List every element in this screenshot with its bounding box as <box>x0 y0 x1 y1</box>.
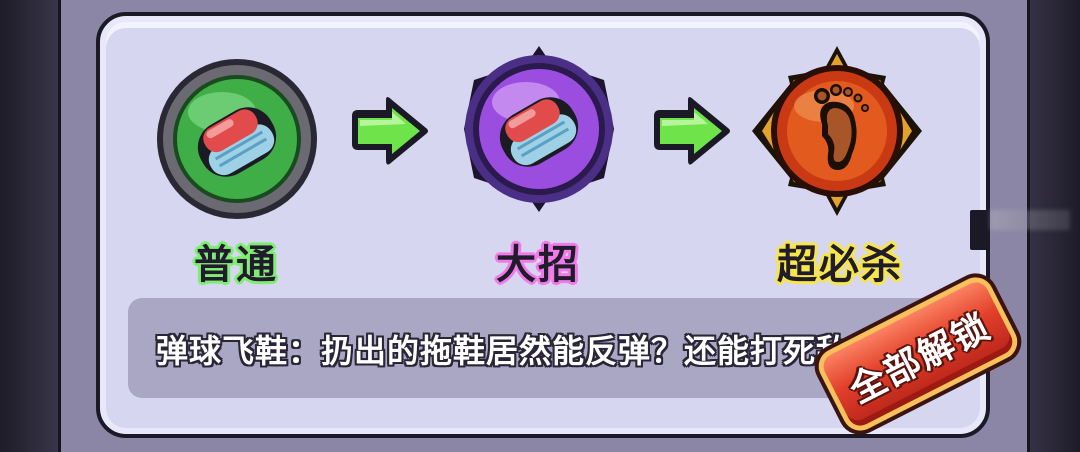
side-handle[interactable] <box>970 210 990 250</box>
arrow-icon <box>648 96 734 166</box>
skill-label-normal: 普通 <box>194 242 278 288</box>
skill-ultimate[interactable] <box>454 44 624 214</box>
skill-label-super: 超必杀 <box>777 242 903 288</box>
footprint-icon <box>752 46 922 216</box>
watermark <box>990 210 1070 230</box>
game-screen: 普通 大招 超必杀 弹球飞鞋：扔出的拖鞋居然能反弹？还能打死敌 全部解锁 <box>0 0 1080 452</box>
skill-normal[interactable] <box>152 54 322 224</box>
slipper-icon <box>157 59 317 219</box>
slipper-icon <box>464 46 614 212</box>
skill-super[interactable] <box>752 46 922 216</box>
skill-label-ultimate: 大招 <box>496 242 580 288</box>
arrow-icon <box>346 96 432 166</box>
skill-description: 弹球飞鞋：扔出的拖鞋居然能反弹？还能打死敌 <box>156 332 850 370</box>
background-left <box>0 0 60 452</box>
